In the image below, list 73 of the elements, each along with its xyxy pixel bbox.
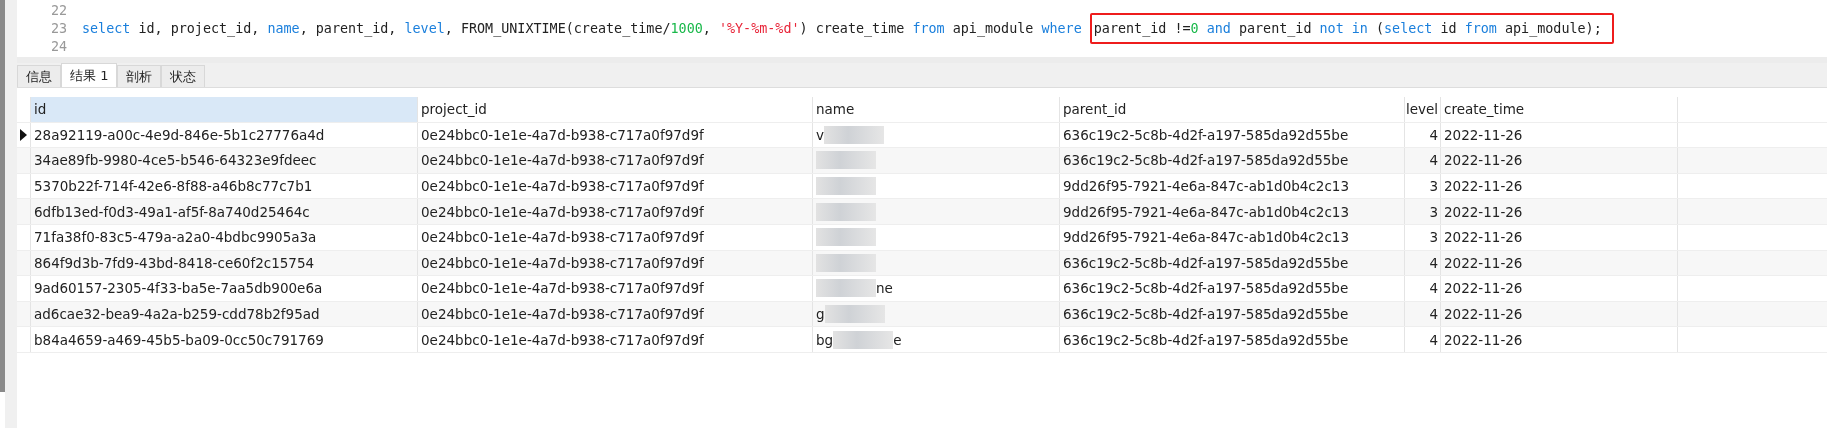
table-cell: 2022-11-26 <box>1441 224 1678 250</box>
column-header[interactable]: name <box>813 97 1060 122</box>
redaction-blur <box>816 177 876 196</box>
result-tab[interactable]: 信息 <box>17 65 61 87</box>
table-cell: 3 <box>1405 199 1441 224</box>
table-cell: 636c19c2-5c8b-4d2f-a197-585da92d55be <box>1060 250 1405 276</box>
line-number: 23 <box>49 20 68 36</box>
table-cell: 2022-11-26 <box>1441 250 1678 276</box>
table-cell: 636c19c2-5c8b-4d2f-a197-585da92d55be <box>1060 122 1405 148</box>
table-cell: 9ad60157-2305-4f33-ba5e-7aa5db900e6a <box>31 276 418 301</box>
table-cell: 28a92119-a00c-4e9d-846e-5b1c27776a4d <box>31 122 418 148</box>
table-cell: 0e24bbc0-1e1e-4a7d-b938-c717a0f97d9f <box>418 276 813 301</box>
table-cell: 0e24bbc0-1e1e-4a7d-b938-c717a0f97d9f <box>418 250 813 276</box>
table-cell: 4 <box>1405 148 1441 173</box>
redaction-blur <box>816 202 876 221</box>
table-cell: ad6cae32-bea9-4a2a-b259-cdd78b2f95ad <box>31 301 418 327</box>
table-cell: ne <box>876 280 893 297</box>
table-cell: b84a4659-a469-45b5-ba09-0cc50c791769 <box>31 327 418 352</box>
table-cell: 2022-11-26 <box>1441 327 1678 352</box>
redaction-blur <box>816 253 876 272</box>
table-cell: 0e24bbc0-1e1e-4a7d-b938-c717a0f97d9f <box>418 148 813 173</box>
table-cell: 9dd26f95-7921-4e6a-847c-ab1d0b4c2c13 <box>1060 199 1405 224</box>
table-cell: 636c19c2-5c8b-4d2f-a197-585da92d55be <box>1060 327 1405 352</box>
table-cell: 3 <box>1405 224 1441 250</box>
table-cell: 2022-11-26 <box>1441 148 1678 173</box>
table-cell: 4 <box>1405 250 1441 276</box>
table-cell: 864f9d3b-7fd9-43bd-8418-ce60f2c15754 <box>31 250 418 276</box>
column-header[interactable]: level <box>1405 97 1441 122</box>
redaction-blur <box>816 151 876 170</box>
table-cell: 9dd26f95-7921-4e6a-847c-ab1d0b4c2c13 <box>1060 224 1405 250</box>
redaction-blur <box>833 330 894 349</box>
table-cell: 4 <box>1405 301 1441 327</box>
table-cell: 5370b22f-714f-42e6-8f88-a46b8c77c7b1 <box>31 173 418 199</box>
line-number: 24 <box>49 38 68 54</box>
table-cell: 0e24bbc0-1e1e-4a7d-b938-c717a0f97d9f <box>418 301 813 327</box>
table-cell: 4 <box>1405 327 1441 352</box>
table-cell: 2022-11-26 <box>1441 122 1678 148</box>
table-cell: 2022-11-26 <box>1441 199 1678 224</box>
table-cell: 0e24bbc0-1e1e-4a7d-b938-c717a0f97d9f <box>418 199 813 224</box>
table-cell: 0e24bbc0-1e1e-4a7d-b938-c717a0f97d9f <box>418 327 813 352</box>
table-cell: 4 <box>1405 122 1441 148</box>
table-cell: 6dfb13ed-f0d3-49a1-af5f-8a740d25464c <box>31 199 418 224</box>
table-cell: 0e24bbc0-1e1e-4a7d-b938-c717a0f97d9f <box>418 173 813 199</box>
table-cell: 3 <box>1405 173 1441 199</box>
table-cell: 9dd26f95-7921-4e6a-847c-ab1d0b4c2c13 <box>1060 173 1405 199</box>
table-cell: 2022-11-26 <box>1441 173 1678 199</box>
redaction-blur <box>816 228 876 247</box>
column-header[interactable]: project_id <box>418 97 813 122</box>
table-cell: 636c19c2-5c8b-4d2f-a197-585da92d55be <box>1060 276 1405 301</box>
column-header[interactable]: create_time <box>1441 97 1678 122</box>
table-cell: 636c19c2-5c8b-4d2f-a197-585da92d55be <box>1060 301 1405 327</box>
table-cell: 636c19c2-5c8b-4d2f-a197-585da92d55be <box>1060 148 1405 173</box>
table-cell: 34ae89fb-9980-4ce5-b546-64323e9fdeec <box>31 148 418 173</box>
table-cell: e <box>893 331 902 348</box>
table-cell: bg <box>816 331 834 348</box>
column-header[interactable]: id <box>31 97 418 122</box>
redaction-blur <box>824 125 884 144</box>
result-tab[interactable]: 结果 1 <box>61 63 118 87</box>
redaction-blur <box>816 279 876 298</box>
redaction-blur <box>824 305 885 324</box>
column-header[interactable]: parent_id <box>1060 97 1405 122</box>
table-cell: 0e24bbc0-1e1e-4a7d-b938-c717a0f97d9f <box>418 224 813 250</box>
table-cell: 2022-11-26 <box>1441 301 1678 327</box>
line-number: 22 <box>49 2 68 18</box>
table-cell: g <box>816 306 825 323</box>
table-cell: 4 <box>1405 276 1441 301</box>
table-cell: 2022-11-26 <box>1441 276 1678 301</box>
highlight-box: parent_id !=0 and parent_id not in (select id from api_module); <box>1089 12 1614 44</box>
table-cell: v <box>816 126 824 143</box>
table-cell: 71fa38f0-83c5-479a-a2a0-4bdbc9905a3a <box>31 224 418 250</box>
result-tab[interactable]: 剖析 <box>117 65 162 87</box>
table-cell: 0e24bbc0-1e1e-4a7d-b938-c717a0f97d9f <box>418 122 813 148</box>
result-tab[interactable]: 状态 <box>161 65 206 87</box>
